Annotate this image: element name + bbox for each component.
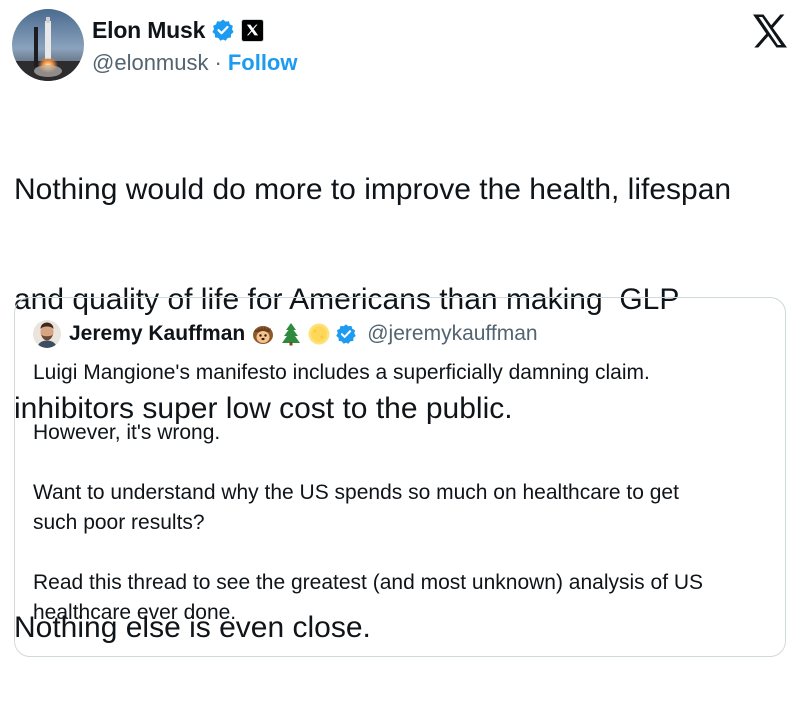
author-handle[interactable]: @elonmusk [92, 50, 209, 76]
sun-emoji-icon [307, 322, 331, 346]
quoted-text-line: Want to understand why the US spends so … [33, 481, 679, 504]
quoted-author-avatar[interactable] [33, 320, 61, 348]
author-name[interactable]: Elon Musk [92, 17, 205, 44]
rocket-launch-avatar-icon [12, 9, 84, 81]
quoted-tweet[interactable]: Jeremy Kauffman @jeremykauffman Luigi Ma… [14, 297, 786, 657]
tweet-card: Elon Musk @elonmusk · Follow Nothing wou… [0, 0, 801, 657]
quoted-tweet-text: Luigi Mangione's manifesto includes a su… [33, 358, 763, 628]
quoted-text-line: Read this thread to see the greatest (an… [33, 571, 704, 594]
tweet-text-line: Nothing would do more to improve the hea… [14, 173, 732, 206]
author-name-row: Elon Musk [92, 14, 265, 46]
quoted-author-name[interactable]: Jeremy Kauffman [69, 322, 245, 346]
hedgehog-emoji-icon [251, 322, 275, 346]
verified-badge-icon[interactable] [211, 18, 235, 42]
verified-badge-icon[interactable] [335, 323, 357, 345]
separator-dot: · [214, 50, 222, 75]
follow-button[interactable]: Follow [228, 50, 298, 76]
x-logo-icon[interactable] [752, 14, 788, 48]
author-avatar[interactable] [12, 9, 84, 81]
quoted-text-line: However, it's wrong. [33, 421, 221, 444]
quoted-author-handle[interactable]: @jeremykauffman [367, 322, 537, 346]
x-affiliate-badge-icon[interactable] [241, 18, 265, 42]
handle-row: @elonmusk · Follow [92, 48, 297, 78]
quoted-text-line: such poor results? [33, 511, 205, 534]
quoted-text-line: Luigi Mangione's manifesto includes a su… [33, 361, 650, 384]
quoted-text-line: healthcare ever done. [33, 601, 237, 624]
evergreen-tree-emoji-icon [279, 322, 303, 346]
quoted-tweet-header: Jeremy Kauffman @jeremykauffman [33, 318, 538, 350]
